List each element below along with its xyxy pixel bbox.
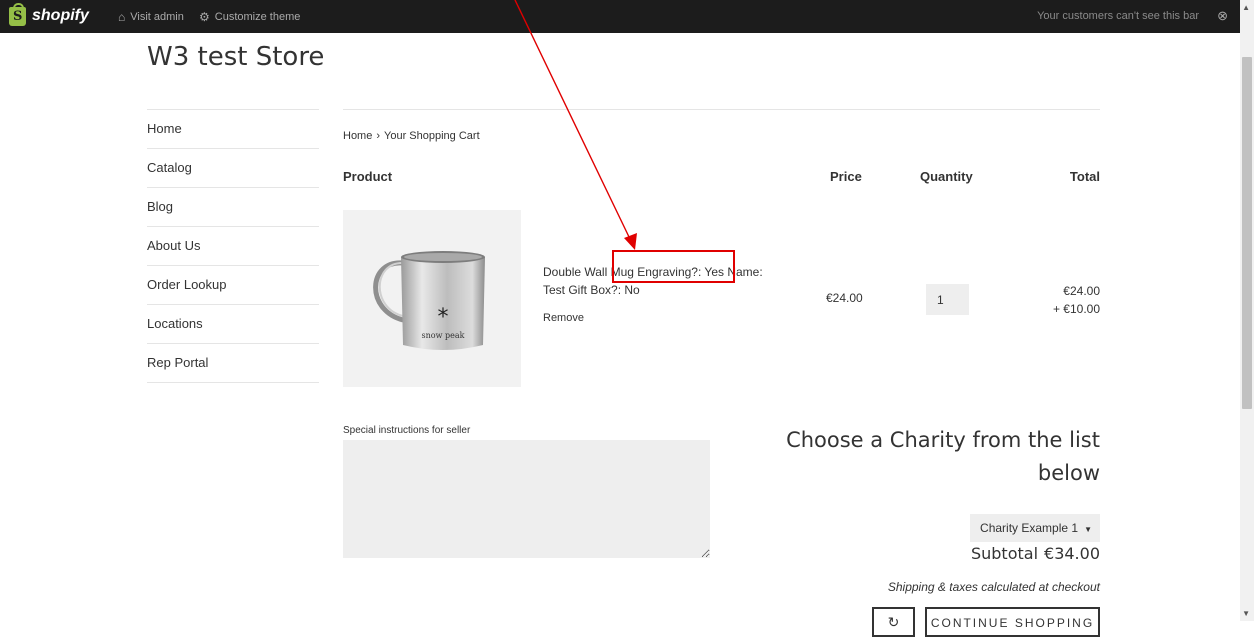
column-header-price: Price	[830, 169, 862, 184]
item-price: €24.00	[826, 291, 863, 305]
column-header-product: Product	[343, 169, 393, 184]
annotation-highlight-box	[612, 250, 735, 283]
update-cart-button[interactable]: ↻	[872, 607, 915, 637]
content-divider	[343, 109, 1100, 110]
product-image[interactable]: * snow peak	[343, 210, 521, 387]
mug-brand-text: snow peak	[422, 331, 465, 340]
charity-selected-value: Charity Example 1	[980, 521, 1079, 535]
visit-admin-link[interactable]: ⌂ Visit admin	[118, 10, 184, 24]
quantity-input[interactable]	[926, 284, 969, 315]
shipping-note: Shipping & taxes calculated at checkout	[887, 580, 1100, 594]
item-total-value: €24.00	[1063, 284, 1100, 298]
sidebar-nav: Home Catalog Blog About Us Order Lookup …	[147, 109, 319, 383]
shopify-logo[interactable]: S shopify	[9, 2, 89, 26]
admin-bar-notice: Your customers can't see this bar	[1037, 10, 1199, 22]
product-name-line-2: Test Gift Box?: No	[543, 283, 640, 297]
sidebar-item-blog[interactable]: Blog	[147, 188, 319, 227]
mug-illustration: * snow peak	[373, 251, 485, 350]
scroll-thumb[interactable]	[1242, 57, 1252, 409]
continue-shopping-button[interactable]: CONTINUE SHOPPING	[925, 607, 1100, 637]
remove-link[interactable]: Remove	[543, 312, 584, 324]
sidebar-item-locations[interactable]: Locations	[147, 305, 319, 344]
store-title[interactable]: W3 test Store	[147, 42, 324, 72]
sidebar-item-home[interactable]: Home	[147, 110, 319, 149]
admin-bar: S shopify ⌂ Visit admin ⚙ Customize them…	[0, 0, 1240, 33]
sidebar-item-rep-portal[interactable]: Rep Portal	[147, 344, 319, 383]
charity-dropdown[interactable]: Charity Example 1 ▼	[970, 514, 1100, 542]
chevron-down-icon: ▼	[1084, 525, 1092, 534]
subtotal-value: €34.00	[1044, 544, 1100, 563]
breadcrumb: Home › Your Shopping Cart	[343, 130, 480, 142]
home-icon: ⌂	[118, 10, 126, 24]
refresh-icon: ↻	[887, 614, 900, 630]
sidebar-item-catalog[interactable]: Catalog	[147, 149, 319, 188]
notes-label: Special instructions for seller	[343, 425, 471, 436]
customize-theme-label: Customize theme	[214, 11, 301, 23]
gear-icon: ⚙	[199, 10, 210, 24]
sidebar-item-order-lookup[interactable]: Order Lookup	[147, 266, 319, 305]
close-admin-bar-icon[interactable]: ⊗	[1217, 8, 1228, 24]
subtotal-label: Subtotal	[970, 544, 1039, 563]
scroll-up-arrow-icon[interactable]: ▲	[1242, 3, 1250, 12]
item-total: €24.00 + €10.00	[1053, 282, 1100, 318]
breadcrumb-home-link[interactable]: Home	[343, 130, 372, 142]
column-header-quantity: Quantity	[920, 169, 973, 184]
page-scrollbar[interactable]: ▲ ▼	[1240, 0, 1254, 621]
shopify-bag-icon: S	[9, 2, 26, 26]
item-total-extra: + €10.00	[1052, 302, 1100, 316]
subtotal: Subtotal €34.00	[971, 544, 1100, 563]
sidebar-item-about-us[interactable]: About Us	[147, 227, 319, 266]
snowflake-logo-icon: *	[438, 305, 449, 330]
charity-heading: Choose a Charity from the list below	[786, 428, 1100, 485]
special-instructions-textarea[interactable]	[343, 440, 710, 558]
scroll-down-arrow-icon[interactable]: ▼	[1242, 609, 1250, 618]
customize-theme-link[interactable]: ⚙ Customize theme	[199, 10, 300, 24]
column-header-total: Total	[1069, 169, 1100, 184]
breadcrumb-current: Your Shopping Cart	[384, 130, 480, 142]
breadcrumb-separator: ›	[376, 130, 381, 142]
shopify-logo-text: shopify	[32, 7, 89, 24]
visit-admin-label: Visit admin	[130, 11, 184, 23]
